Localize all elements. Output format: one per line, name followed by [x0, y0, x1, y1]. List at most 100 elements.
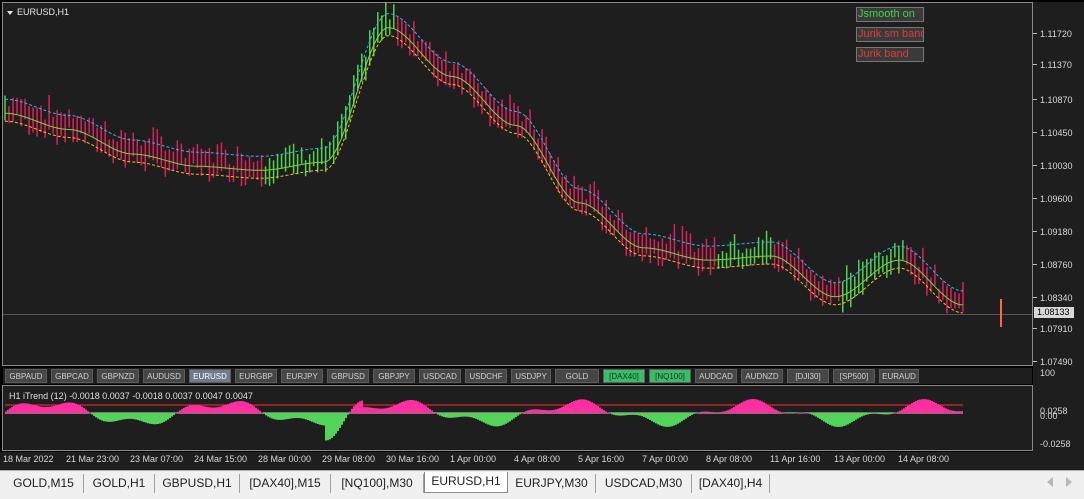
indicator-bar	[37, 406, 39, 413]
legend-jurik-band[interactable]: Jurik band	[856, 47, 924, 62]
indicator-bar	[939, 405, 941, 413]
indicator-bar	[9, 408, 11, 413]
indicator-bar	[643, 413, 645, 417]
symbol-button-gbpaud[interactable]: GBPAUD	[5, 369, 47, 383]
indicator-bar	[741, 402, 743, 413]
indicator-bar	[465, 413, 467, 417]
indicator-bar	[223, 405, 225, 413]
time-label: 24 Mar 15:00	[194, 454, 248, 464]
indicator-bar	[459, 413, 461, 417]
indicator-bar	[119, 413, 121, 421]
indicator-bar	[233, 402, 235, 413]
indicator-bar	[931, 400, 933, 413]
chart-tab-gold-m15[interactable]: GOLD,M15	[4, 474, 84, 493]
chart-tab--dax40--m15[interactable]: [DAX40],M15	[240, 474, 331, 493]
indicator-bar	[125, 413, 127, 420]
indicator-bar	[743, 401, 745, 413]
indicator-bar	[321, 413, 323, 426]
indicator-bar	[421, 403, 423, 413]
symbol-button-gbpcad[interactable]: GBPCAD	[51, 369, 93, 383]
indicator-bar	[895, 412, 897, 414]
indicator-bar	[363, 407, 365, 413]
indicator-bar	[293, 413, 295, 419]
legend-jurik-sm-band-label: Jurik sm band	[858, 28, 924, 40]
price-tick	[1033, 165, 1037, 166]
symbol-button-gbpjpy[interactable]: GBPJPY	[373, 369, 415, 383]
symbol-button-eurusd[interactable]: EURUSD	[189, 369, 231, 383]
indicator-bar	[507, 413, 509, 423]
indicator-bar	[679, 413, 681, 423]
time-axis[interactable]: 18 Mar 2022 21 Mar 23:00 23 Mar 07:00 24 Ma…	[0, 452, 1084, 470]
indicator-bar	[449, 413, 451, 418]
indicator-bar	[429, 409, 431, 413]
price-axis[interactable]: 1.08133 1.11720 1.11370 1.10870 1.10450 1.10…	[1033, 2, 1084, 452]
indicator-bar	[769, 406, 771, 413]
indicator-bar	[881, 413, 883, 415]
indicator-bar	[631, 413, 633, 415]
indicator-bar	[613, 413, 615, 415]
indicator-bar	[543, 409, 545, 413]
indicator-bar	[723, 411, 725, 413]
indicator-bar	[569, 402, 571, 413]
indicator-bar	[855, 413, 857, 420]
indicator-bar	[849, 413, 851, 424]
symbol-button-usdcad[interactable]: USDCAD	[419, 369, 461, 383]
symbol-button-audcad[interactable]: AUDCAD	[695, 369, 737, 383]
indicator-window[interactable]: H1 iTrend (12) -0.0018 0.0037 -0.0018 0.…	[2, 385, 1033, 451]
price-chart[interactable]: EURUSD,H1 Jsmooth on Jurik sm band Jurik…	[2, 2, 1033, 366]
tabs-scroll-left-icon[interactable]	[1047, 477, 1053, 487]
indicator-bar	[5, 411, 7, 413]
indicator-bar	[755, 399, 757, 413]
indicator-bar	[957, 411, 959, 413]
chart-tab--dax40--h4[interactable]: [DAX40],H4	[692, 474, 770, 493]
time-label: 14 Apr 08:00	[898, 454, 950, 464]
symbol-button-nq100[interactable]: [NQ100]	[649, 369, 691, 383]
symbol-button-euraud[interactable]: EURAUD	[879, 369, 919, 383]
symbol-button-usdchf[interactable]: USDCHF	[465, 369, 507, 383]
symbol-button-eurjpy[interactable]: EURJPY	[281, 369, 323, 383]
indicator-bar	[457, 413, 459, 418]
chart-tab-eurjpy-m30[interactable]: EURJPY,M30	[508, 474, 596, 493]
chart-tab-gbpusd-h1[interactable]: GBPUSD,H1	[155, 474, 240, 493]
indicator-bar	[843, 413, 845, 427]
symbol-button-gold[interactable]: GOLD	[555, 369, 599, 383]
indicator-bar	[525, 411, 527, 413]
indicator-bar	[765, 403, 767, 413]
symbol-button-gbpnzd[interactable]: GBPNZD	[97, 369, 139, 383]
indicator-bar	[265, 413, 267, 416]
indicator-bar	[579, 399, 581, 413]
indicator-bar	[59, 404, 61, 413]
indicator-bar	[557, 408, 559, 413]
chart-tab--nq100--m30[interactable]: [NQ100],M30	[331, 474, 424, 493]
symbol-button-usdjpy[interactable]: USDJPY	[511, 369, 551, 383]
indicator-bar	[261, 412, 263, 413]
time-label: 18 Mar 2022	[3, 454, 54, 464]
symbol-button-audnzd[interactable]: AUDNZD	[741, 369, 783, 383]
indicator-bar	[451, 413, 453, 418]
indicator-bar	[43, 406, 45, 413]
symbol-button-dax40[interactable]: [DAX40]	[603, 369, 645, 383]
price-label: 1.10030	[1040, 161, 1073, 171]
indicator-bar	[135, 413, 137, 420]
indicator-bar	[163, 413, 165, 422]
symbol-button-sp500[interactable]: [SP500]	[833, 369, 875, 383]
time-label: 29 Mar 08:00	[322, 454, 376, 464]
chart-tab-gold-h1[interactable]: GOLD,H1	[84, 474, 155, 493]
chart-tab-eurusd-h1[interactable]: EURUSD,H1	[424, 472, 508, 493]
legend-jsmooth[interactable]: Jsmooth on	[856, 7, 924, 22]
indicator-bar	[503, 413, 505, 425]
chart-tab-usdcad-m30[interactable]: USDCAD,M30	[596, 474, 692, 493]
indicator-bar	[159, 413, 161, 424]
indicator-bar	[633, 413, 635, 415]
price-tick	[1033, 328, 1037, 329]
indicator-bar	[55, 405, 57, 413]
symbol-button-dji30[interactable]: [DJI30]	[787, 369, 829, 383]
indicator-bar	[83, 408, 85, 413]
symbol-button-audusd[interactable]: AUDUSD	[143, 369, 185, 383]
tabs-scroll-right-icon[interactable]	[1066, 477, 1072, 487]
indicator-bar	[491, 413, 493, 426]
symbol-button-eurgbp[interactable]: EURGBP	[235, 369, 277, 383]
legend-jurik-sm-band[interactable]: Jurik sm band	[856, 27, 924, 42]
symbol-button-gbpusd[interactable]: GBPUSD	[327, 369, 369, 383]
indicator-bar	[509, 413, 511, 422]
